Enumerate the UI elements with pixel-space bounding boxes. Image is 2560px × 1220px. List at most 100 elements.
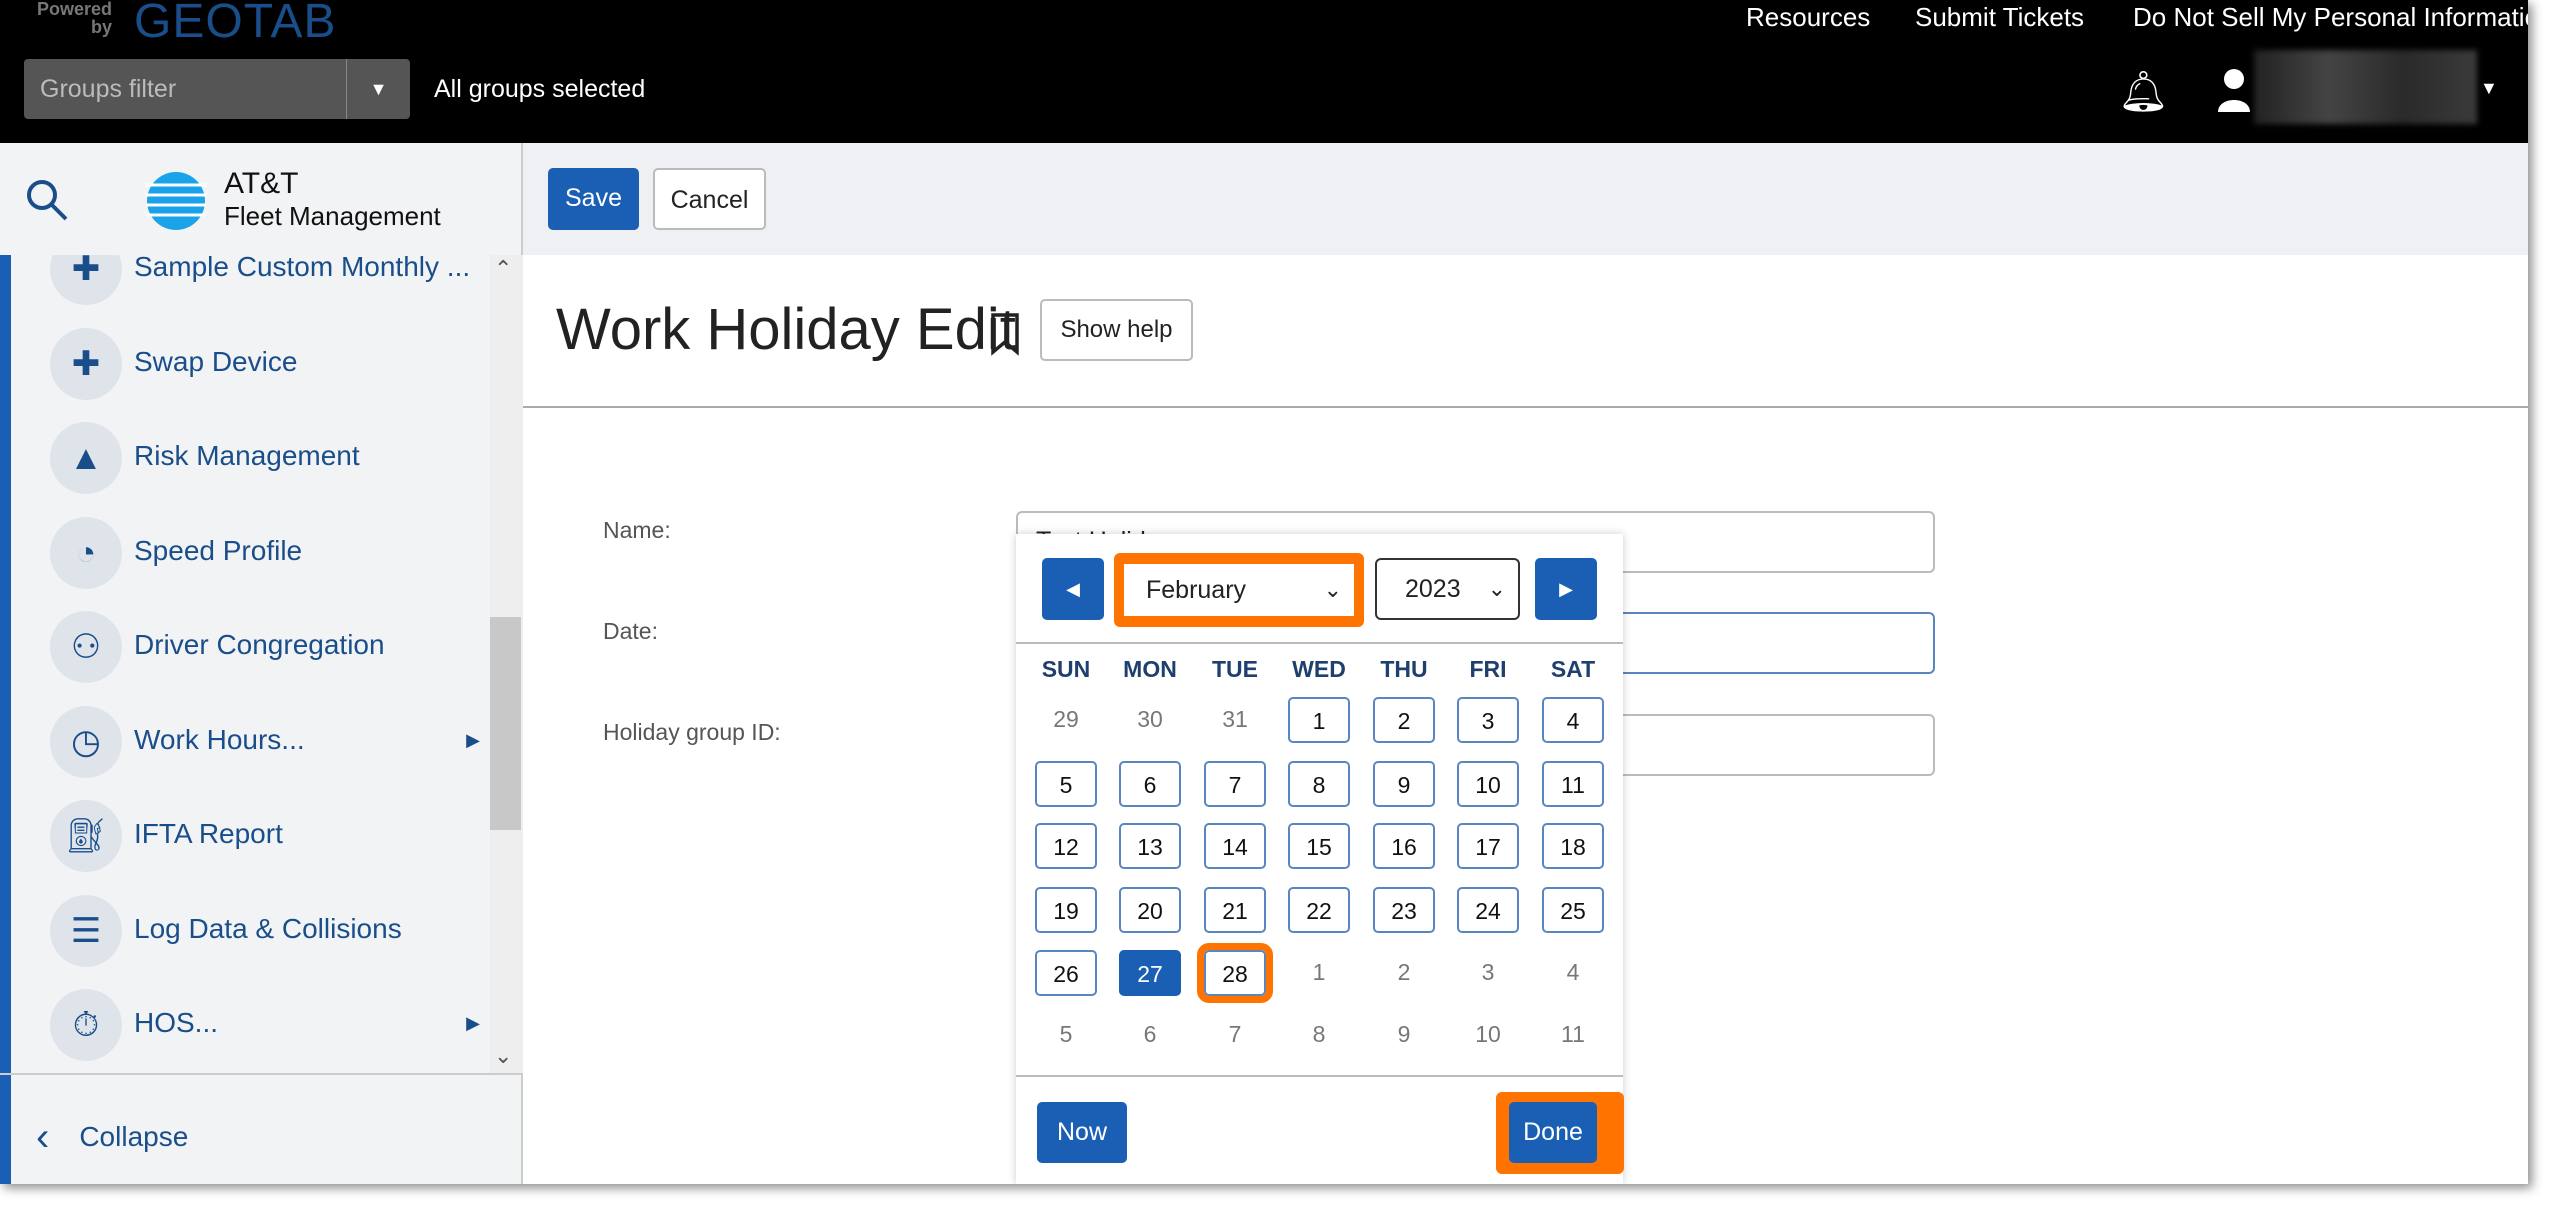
prev-month-button[interactable]: ◀: [1042, 558, 1104, 620]
user-icon[interactable]: [2216, 66, 2252, 114]
calendar-day[interactable]: 19: [1035, 887, 1097, 933]
user-name-redacted[interactable]: [2254, 50, 2477, 124]
calendar-day-other-month[interactable]: 7: [1204, 1012, 1266, 1058]
sidebar-list: ✚ Sample Custom Monthly ... ✚ Swap Device ▲ R…: [0, 255, 521, 1184]
sidebar-item-label: Speed Profile: [134, 534, 303, 566]
stopwatch-icon: ⏱︎: [50, 989, 122, 1061]
calendar-day[interactable]: 8: [1288, 761, 1350, 807]
save-button[interactable]: Save: [548, 168, 639, 230]
sidebar-item-label: Risk Management: [134, 440, 360, 471]
bookmark-icon[interactable]: [990, 312, 1020, 356]
calendar-day[interactable]: 23: [1373, 887, 1435, 933]
sidebar-item-label: Swap Device: [134, 345, 298, 377]
calendar-day-other-month[interactable]: 8: [1288, 1012, 1350, 1058]
calendar-day[interactable]: 20: [1119, 887, 1181, 933]
sidebar-scroll-thumb[interactable]: [490, 617, 521, 830]
calendar-day-other-month[interactable]: 11: [1542, 1012, 1604, 1058]
now-button[interactable]: Now: [1037, 1102, 1127, 1163]
weekday-header: SAT: [1550, 656, 1596, 682]
calendar-day[interactable]: 1: [1288, 697, 1350, 743]
calendar-day[interactable]: 10: [1457, 761, 1519, 807]
calendar-day[interactable]: 17: [1457, 823, 1519, 869]
user-menu-caret-icon[interactable]: ▼: [2480, 78, 2498, 99]
done-button[interactable]: Done: [1509, 1102, 1597, 1163]
app-window: Powered by GEOTAB Resources Submit Ticke…: [0, 0, 2528, 1184]
notifications-bell-icon[interactable]: 🔔︎: [2118, 68, 2169, 115]
calendar-day-other-month[interactable]: 31: [1204, 697, 1266, 743]
sidebar-item-label: Work Hours...: [134, 723, 305, 755]
sidebar-item[interactable]: ⛽︎ IFTA Report: [50, 796, 470, 876]
sidebar-item[interactable]: ⏱︎ HOS... ▶: [50, 985, 480, 1065]
calendar-day-other-month[interactable]: 30: [1119, 697, 1181, 743]
calendar-day[interactable]: 26: [1035, 950, 1097, 996]
submenu-arrow-icon: ▶: [466, 1013, 480, 1033]
year-select[interactable]: 2023 ⌄: [1375, 558, 1520, 620]
calendar-day[interactable]: 12: [1035, 823, 1097, 869]
weekday-header: FRI: [1469, 656, 1507, 682]
show-help-button[interactable]: Show help: [1040, 299, 1193, 361]
scroll-down-icon[interactable]: ⌄: [494, 1043, 512, 1069]
groups-filter-dropdown-icon[interactable]: ▼: [346, 59, 410, 119]
calendar-day[interactable]: 7: [1204, 761, 1266, 807]
collapse-button[interactable]: ‹ Collapse: [36, 1115, 188, 1160]
collapse-label: Collapse: [79, 1121, 189, 1152]
risk-chart-icon: ▲: [50, 422, 122, 494]
sidebar-item-label: IFTA Report: [134, 818, 283, 849]
calendar-day[interactable]: 16: [1373, 823, 1435, 869]
sidebar-item[interactable]: ☰ Log Data & Collisions: [50, 891, 470, 971]
resources-link[interactable]: Resources: [1746, 2, 1870, 33]
calendar-day[interactable]: 3: [1457, 697, 1519, 743]
calendar-day[interactable]: 14: [1204, 823, 1266, 869]
do-not-sell-link[interactable]: Do Not Sell My Personal Information: [2133, 2, 2528, 33]
sidebar-item[interactable]: ⚇ Driver Congregation: [50, 607, 470, 687]
calendar-day-other-month[interactable]: 4: [1542, 950, 1604, 996]
submit-tickets-link[interactable]: Submit Tickets: [1915, 2, 2084, 33]
geotab-logo: GEOTAB: [134, 0, 337, 48]
calendar-day[interactable]: 24: [1457, 887, 1519, 933]
calendar-day[interactable]: 4: [1542, 697, 1604, 743]
cancel-button[interactable]: Cancel: [653, 168, 766, 230]
groups-filter-placeholder: Groups filter: [40, 75, 177, 103]
sidebar-item[interactable]: ▲ Risk Management: [50, 418, 470, 498]
weekday-header: TUE: [1212, 656, 1258, 682]
search-icon[interactable]: [24, 177, 70, 223]
calendar-day-other-month[interactable]: 1: [1288, 950, 1350, 996]
calendar-day[interactable]: 28: [1197, 943, 1273, 1003]
calendar-day-other-month[interactable]: 3: [1457, 950, 1519, 996]
month-select[interactable]: February ⌄: [1124, 564, 1354, 616]
calendar-day-other-month[interactable]: 2: [1373, 950, 1435, 996]
calendar-day-other-month[interactable]: 10: [1457, 1012, 1519, 1058]
groups-filter-input[interactable]: Groups filter ▼: [24, 59, 410, 119]
sidebar-item[interactable]: ✚ Swap Device: [50, 324, 470, 404]
sidebar-item[interactable]: ◔ Speed Profile: [50, 513, 470, 593]
chevron-down-icon: ⌄: [1487, 576, 1506, 601]
calendar-day-other-month[interactable]: 6: [1119, 1012, 1181, 1058]
sidebar-item[interactable]: ◷ Work Hours... ▶: [50, 702, 480, 782]
calendar-day[interactable]: 11: [1542, 761, 1604, 807]
calendar-day[interactable]: 2: [1373, 697, 1435, 743]
calendar-day[interactable]: 13: [1119, 823, 1181, 869]
title-divider: [523, 406, 2528, 408]
calendar-day-other-month[interactable]: 9: [1373, 1012, 1435, 1058]
top-bar: Powered by GEOTAB Resources Submit Ticke…: [0, 0, 2528, 143]
powered-by-label: Powered by: [36, 0, 112, 37]
page-title: Work Holiday Edit: [556, 297, 1016, 362]
groups-status: All groups selected: [434, 75, 646, 103]
calendar-day[interactable]: 27: [1119, 950, 1181, 996]
calendar-day[interactable]: 9: [1373, 761, 1435, 807]
calendar-day[interactable]: 15: [1288, 823, 1350, 869]
calendar-day[interactable]: 5: [1035, 761, 1097, 807]
scroll-up-icon[interactable]: ⌃: [494, 256, 512, 282]
calendar-day-other-month[interactable]: 5: [1035, 1012, 1097, 1058]
next-month-button[interactable]: ▶: [1535, 558, 1597, 620]
weekday-header: MON: [1123, 656, 1177, 682]
calendar-day[interactable]: 25: [1542, 887, 1604, 933]
calendar-day-other-month[interactable]: 29: [1035, 697, 1097, 743]
sidebar-header: AT&T Fleet Management: [0, 143, 521, 255]
calendar-day[interactable]: 22: [1288, 887, 1350, 933]
calendar-day[interactable]: 21: [1204, 887, 1266, 933]
calendar-day[interactable]: 6: [1119, 761, 1181, 807]
sidebar-item[interactable]: ✚ Sample Custom Monthly ...: [50, 255, 470, 309]
calendar-day[interactable]: 18: [1542, 823, 1604, 869]
list-warning-icon: ☰: [50, 894, 122, 967]
